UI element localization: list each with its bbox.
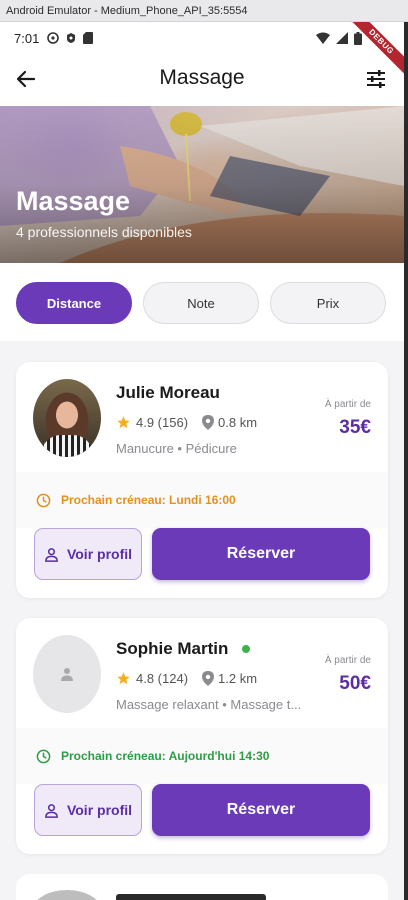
services-list: Manucure • Pédicure [116, 441, 237, 456]
distance-value: 0.8 km [218, 415, 258, 430]
professional-card[interactable]: Sophie Martin 4.8 (124) 1.2 km Massage r… [16, 618, 388, 854]
professional-name-partial [116, 894, 266, 900]
settings-status-icon [47, 32, 60, 44]
debug-banner-label: DEBUG [344, 22, 404, 79]
avatar [33, 379, 101, 457]
view-profile-label: Voir profil [66, 546, 133, 562]
next-slot-text: Prochain créneau: Lundi 16:00 [61, 493, 236, 507]
next-slot-text: Prochain créneau: Aujourd'hui 14:30 [61, 749, 270, 763]
sort-options: Distance Note Prix [0, 263, 404, 341]
star-icon [117, 416, 130, 429]
location-status-icon [67, 33, 76, 43]
sort-chip-prix[interactable]: Prix [270, 282, 386, 324]
view-profile-label: Voir profil [66, 802, 133, 818]
star-icon [117, 672, 130, 685]
professional-name: Julie Moreau [116, 383, 220, 402]
emulator-title: Android Emulator - Medium_Phone_API_35:5… [6, 5, 248, 17]
online-status-dot [242, 645, 250, 653]
next-slot-row: Prochain créneau: Lundi 16:00 [16, 472, 388, 528]
person-outline-icon [45, 803, 58, 818]
rating-row: 4.9 (156) 0.8 km [116, 415, 257, 430]
professional-card[interactable]: Julie Moreau 4.9 (156) 0.8 km Manucure •… [16, 362, 388, 598]
clock-icon [36, 493, 51, 507]
rating-value: 4.9 (156) [136, 415, 189, 430]
hero-banner: Massage 4 professionnels disponibles [0, 106, 404, 263]
price-value: 35€ [339, 417, 371, 438]
distance-value: 1.2 km [218, 671, 258, 686]
next-slot-row: Prochain créneau: Aujourd'hui 14:30 [16, 728, 388, 784]
reserve-button[interactable]: Réserver [152, 784, 370, 836]
screen-edge [404, 22, 408, 900]
sort-chip-distance[interactable]: Distance [16, 282, 132, 324]
status-time: 7:01 [14, 30, 40, 46]
person-outline-icon [45, 547, 58, 562]
professional-card-partial[interactable] [16, 874, 388, 900]
debug-banner: DEBUG [344, 22, 404, 82]
price-value: 50€ [339, 673, 371, 694]
avatar [33, 635, 101, 713]
hero-title: Massage [16, 186, 131, 216]
services-list: Massage relaxant • Massage t... [116, 697, 302, 712]
sd-card-status-icon [83, 32, 94, 44]
wifi-icon [316, 32, 330, 44]
person-icon [61, 668, 73, 681]
view-profile-button[interactable]: Voir profil [34, 784, 142, 836]
emulator-title-bar: Android Emulator - Medium_Phone_API_35:5… [0, 0, 408, 22]
clock-icon [36, 749, 51, 763]
professional-name: Sophie Martin [116, 639, 229, 658]
price-label: À partir de [324, 399, 371, 410]
avatar [33, 890, 101, 900]
rating-row: 4.8 (124) 1.2 km [116, 671, 257, 686]
view-profile-button[interactable]: Voir profil [34, 528, 142, 580]
location-pin-icon [202, 671, 215, 686]
sort-chip-note[interactable]: Note [143, 282, 259, 324]
price-label: À partir de [324, 655, 371, 666]
rating-value: 4.8 (124) [136, 671, 189, 686]
hero-subtitle: 4 professionnels disponibles [16, 224, 192, 240]
reserve-button[interactable]: Réserver [152, 528, 370, 580]
location-pin-icon [202, 415, 215, 430]
